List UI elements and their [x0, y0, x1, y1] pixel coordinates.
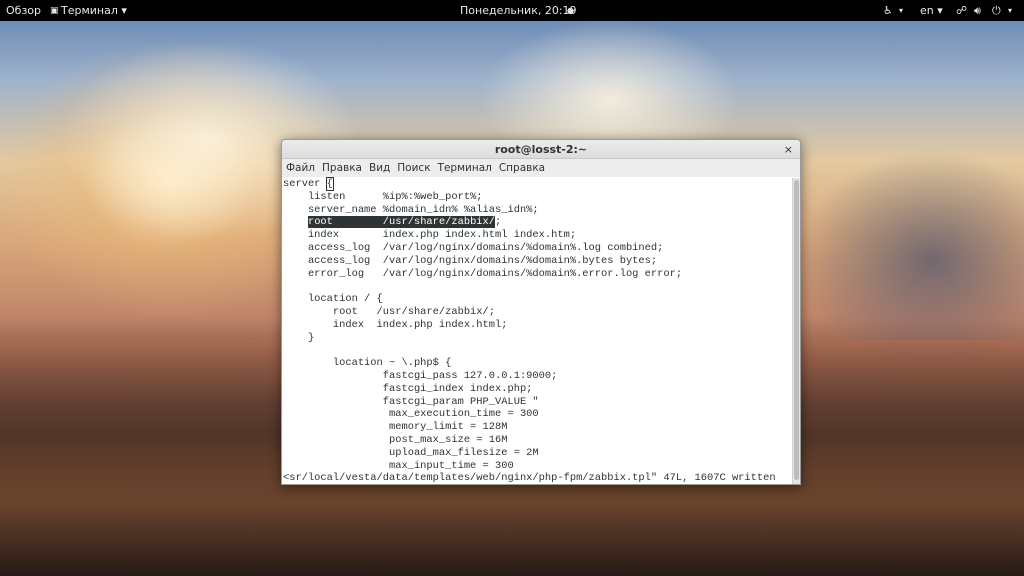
power-icon[interactable]: ⏻ [992, 4, 1001, 18]
terminal-line: access_log /var/log/nginx/domains/%domai… [283, 241, 664, 254]
terminal-line: listen %ip%:%web_port%; [283, 190, 483, 203]
cursor: { [325, 177, 334, 191]
terminal-line: max_input_time = 300 [283, 459, 514, 472]
close-button[interactable]: × [784, 140, 793, 159]
volume-icon[interactable]: 🔊︎ [974, 4, 981, 18]
text: ; [495, 216, 502, 229]
window-title: root@losst-2:~ [494, 143, 588, 156]
wallpaper-cloud-dark [794, 150, 1024, 370]
app-menu-button[interactable]: Терминал ▾ [61, 4, 127, 17]
terminal-app-icon: ▣ [50, 5, 59, 16]
network-icon[interactable]: ☍ [956, 4, 967, 17]
terminal-line: server_name %domain_idn% %alias_idn%; [283, 203, 539, 216]
window-titlebar[interactable]: root@losst-2:~ × [282, 140, 800, 159]
terminal-content[interactable]: server { listen %ip%:%web_port%; server_… [283, 177, 791, 485]
menu-view[interactable]: Вид [369, 162, 395, 174]
terminal-line: server { [283, 177, 791, 191]
selected-text: root /usr/share/zabbix/ [307, 216, 496, 229]
terminal-line: fastcgi_param PHP_VALUE " [283, 395, 539, 408]
text [283, 216, 308, 228]
notification-dot-icon: ● [567, 6, 574, 15]
status-line: <sr/local/vesta/data/templates/web/nginx… [283, 472, 776, 485]
terminal-line: location / { [283, 293, 383, 306]
power-menu[interactable]: ▾ [1008, 6, 1012, 15]
text: server [283, 178, 327, 190]
terminal-line: fastcgi_index index.php; [283, 382, 533, 395]
menu-search[interactable]: Поиск [397, 162, 435, 174]
terminal-line: location ~ \.php$ { [283, 357, 452, 370]
menu-help[interactable]: Справка [499, 162, 550, 174]
terminal-line: root /usr/share/zabbix/; [283, 305, 496, 318]
menu-file[interactable]: Файл [286, 162, 320, 174]
scrollbar-thumb[interactable] [794, 180, 799, 480]
terminal-line: root /usr/share/zabbix/; [283, 216, 791, 229]
clock-button[interactable]: Понедельник, 20:19 [460, 4, 577, 17]
terminal-line: upload_max_filesize = 2M [283, 446, 539, 459]
terminal-line: fastcgi_pass 127.0.0.1:9000; [283, 369, 558, 382]
terminal-line: post_max_size = 16M [283, 433, 508, 446]
terminal-line: } [283, 331, 315, 344]
scrollbar[interactable] [792, 178, 800, 484]
terminal-line: index index.php index.html index.htm; [283, 229, 577, 242]
menu-bar: Файл Правка Вид Поиск Терминал Справка [282, 159, 800, 177]
menu-edit[interactable]: Правка [322, 162, 367, 174]
overview-button[interactable]: Обзор [6, 4, 41, 17]
menu-terminal[interactable]: Терминал [438, 162, 497, 174]
terminal-window: root@losst-2:~ × Файл Правка Вид Поиск Т… [281, 139, 801, 485]
terminal-line: error_log /var/log/nginx/domains/%domain… [283, 267, 683, 280]
terminal-line: access_log /var/log/nginx/domains/%domai… [283, 254, 658, 267]
language-button[interactable]: en ▾ [920, 4, 943, 17]
terminal-line: max_execution_time = 300 [283, 408, 539, 421]
top-bar: Обзор ▣ Терминал ▾ Понедельник, 20:19 ● … [0, 0, 1024, 21]
accessibility-icon[interactable]: ♿ [883, 4, 893, 17]
terminal-line: index index.php index.html; [283, 318, 508, 331]
accessibility-menu[interactable]: ▾ [899, 6, 903, 15]
terminal-line: memory_limit = 128M [283, 421, 508, 434]
